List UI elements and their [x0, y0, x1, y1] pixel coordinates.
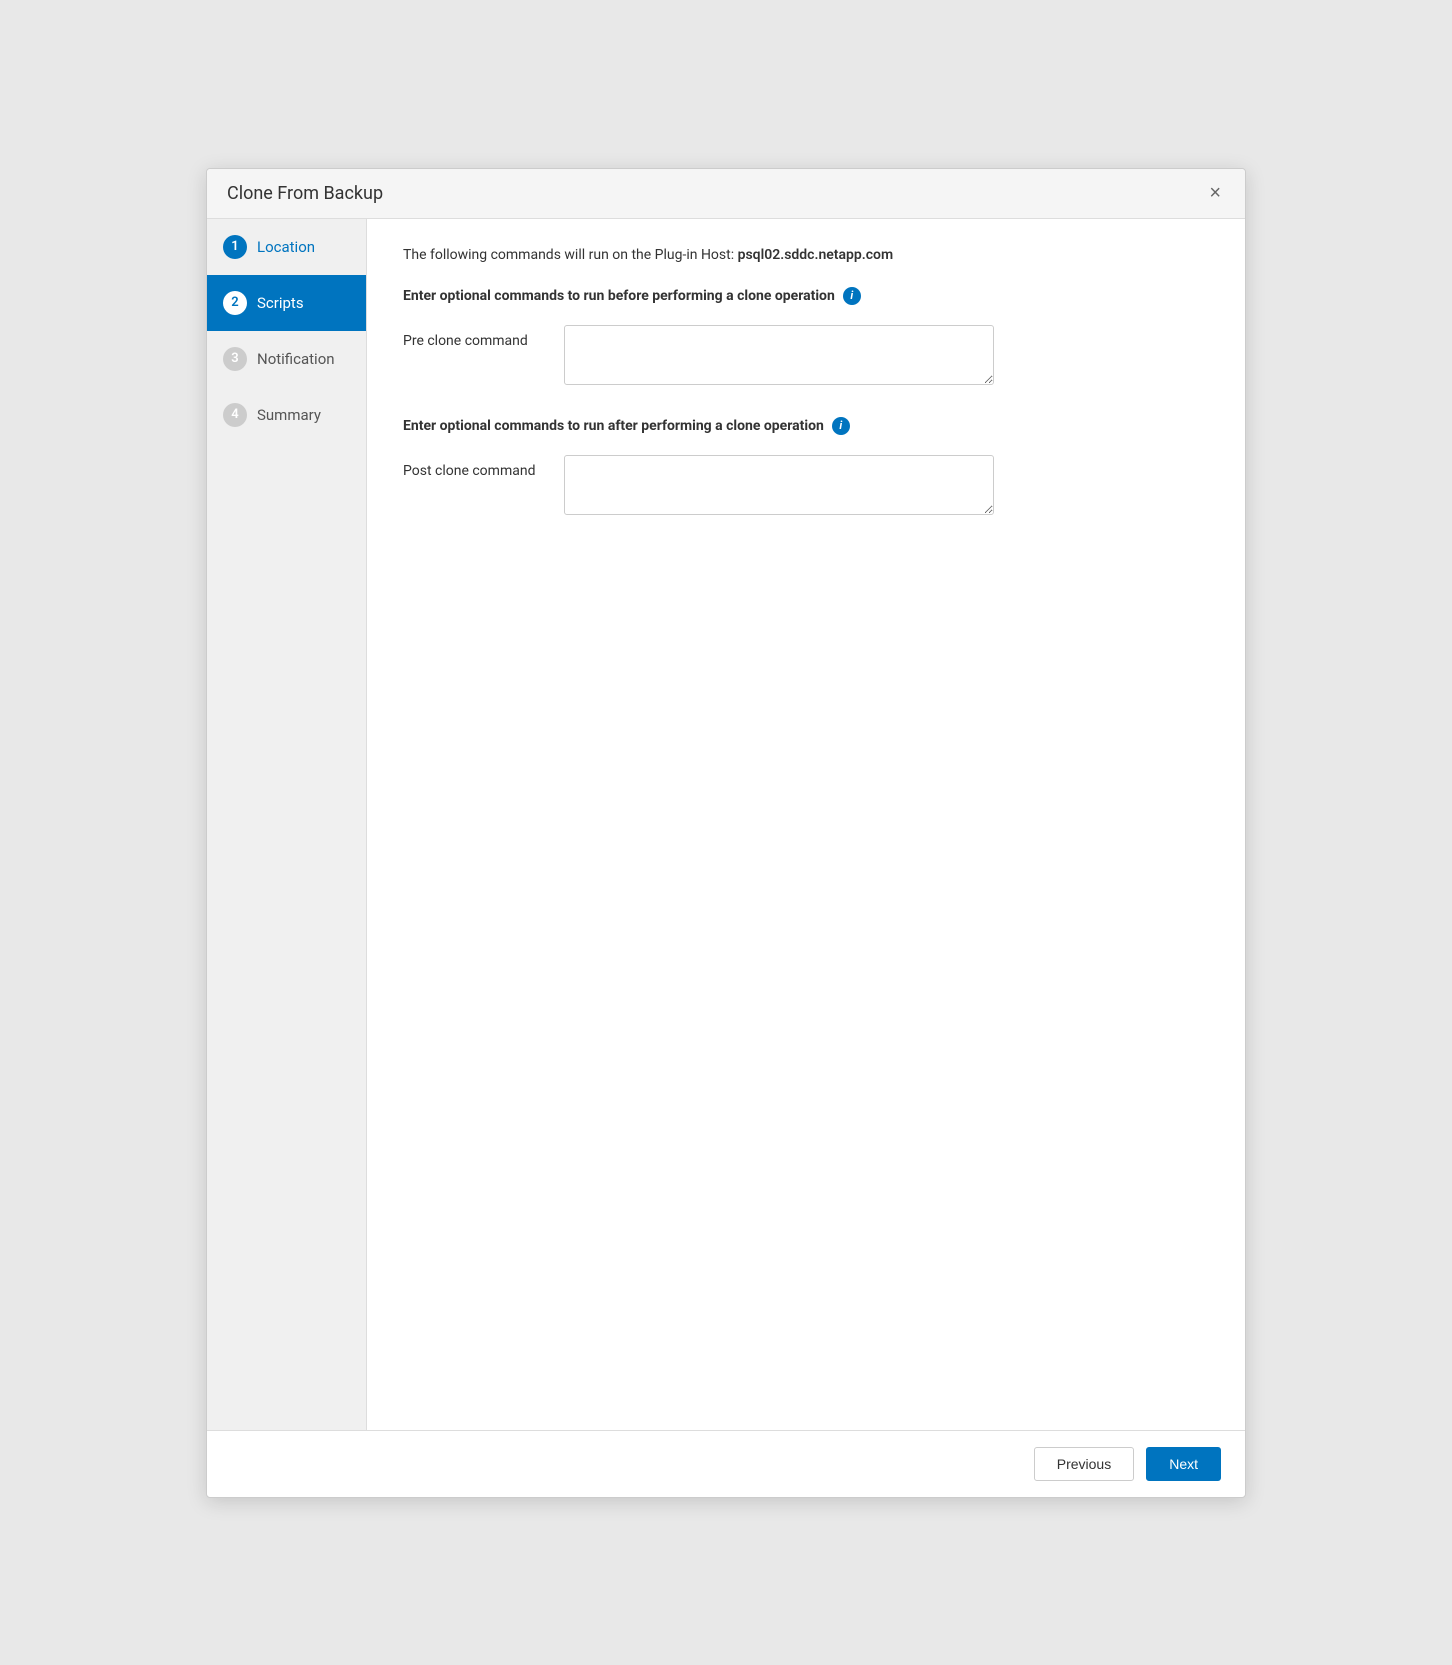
plugin-host-line: The following commands will run on the P… [403, 247, 1209, 263]
sidebar-item-label-scripts: Scripts [257, 294, 304, 312]
post-clone-section: Enter optional commands to run after per… [403, 417, 1209, 515]
post-clone-form-row: Post clone command [403, 455, 1209, 515]
plugin-host-value: psql02.sddc.netapp.com [738, 247, 894, 263]
post-clone-label: Post clone command [403, 455, 548, 479]
dialog-title: Clone From Backup [227, 183, 383, 204]
sidebar-item-scripts[interactable]: 2 Scripts [207, 275, 366, 331]
sidebar-item-label-notification: Notification [257, 350, 335, 368]
close-button[interactable]: × [1205, 183, 1225, 203]
plugin-host-prefix: The following commands will run on the P… [403, 247, 734, 263]
main-content: The following commands will run on the P… [367, 219, 1245, 1430]
step-num-summary: 4 [223, 403, 247, 427]
post-clone-section-header: Enter optional commands to run after per… [403, 417, 1209, 435]
dialog-header: Clone From Backup × [207, 169, 1245, 219]
sidebar-item-location[interactable]: 1 Location [207, 219, 366, 275]
post-clone-section-label: Enter optional commands to run after per… [403, 418, 824, 434]
sidebar-item-summary[interactable]: 4 Summary [207, 387, 366, 443]
pre-clone-textarea[interactable] [564, 325, 994, 385]
previous-button[interactable]: Previous [1034, 1447, 1134, 1481]
pre-clone-section: Enter optional commands to run before pe… [403, 287, 1209, 385]
pre-clone-label: Pre clone command [403, 325, 548, 349]
step-num-notification: 3 [223, 347, 247, 371]
sidebar-item-notification[interactable]: 3 Notification [207, 331, 366, 387]
post-clone-info-icon[interactable]: i [832, 417, 850, 435]
pre-clone-info-icon[interactable]: i [843, 287, 861, 305]
dialog-footer: Previous Next [207, 1430, 1245, 1497]
sidebar: 1 Location 2 Scripts 3 Notification 4 Su… [207, 219, 367, 1430]
step-num-location: 1 [223, 235, 247, 259]
step-num-scripts: 2 [223, 291, 247, 315]
post-clone-textarea[interactable] [564, 455, 994, 515]
clone-from-backup-dialog: Clone From Backup × 1 Location 2 Scripts… [206, 168, 1246, 1498]
sidebar-item-label-location: Location [257, 238, 315, 256]
pre-clone-section-label: Enter optional commands to run before pe… [403, 288, 835, 304]
dialog-body: 1 Location 2 Scripts 3 Notification 4 Su… [207, 219, 1245, 1430]
pre-clone-form-row: Pre clone command [403, 325, 1209, 385]
next-button[interactable]: Next [1146, 1447, 1221, 1481]
pre-clone-section-header: Enter optional commands to run before pe… [403, 287, 1209, 305]
sidebar-item-label-summary: Summary [257, 406, 321, 424]
